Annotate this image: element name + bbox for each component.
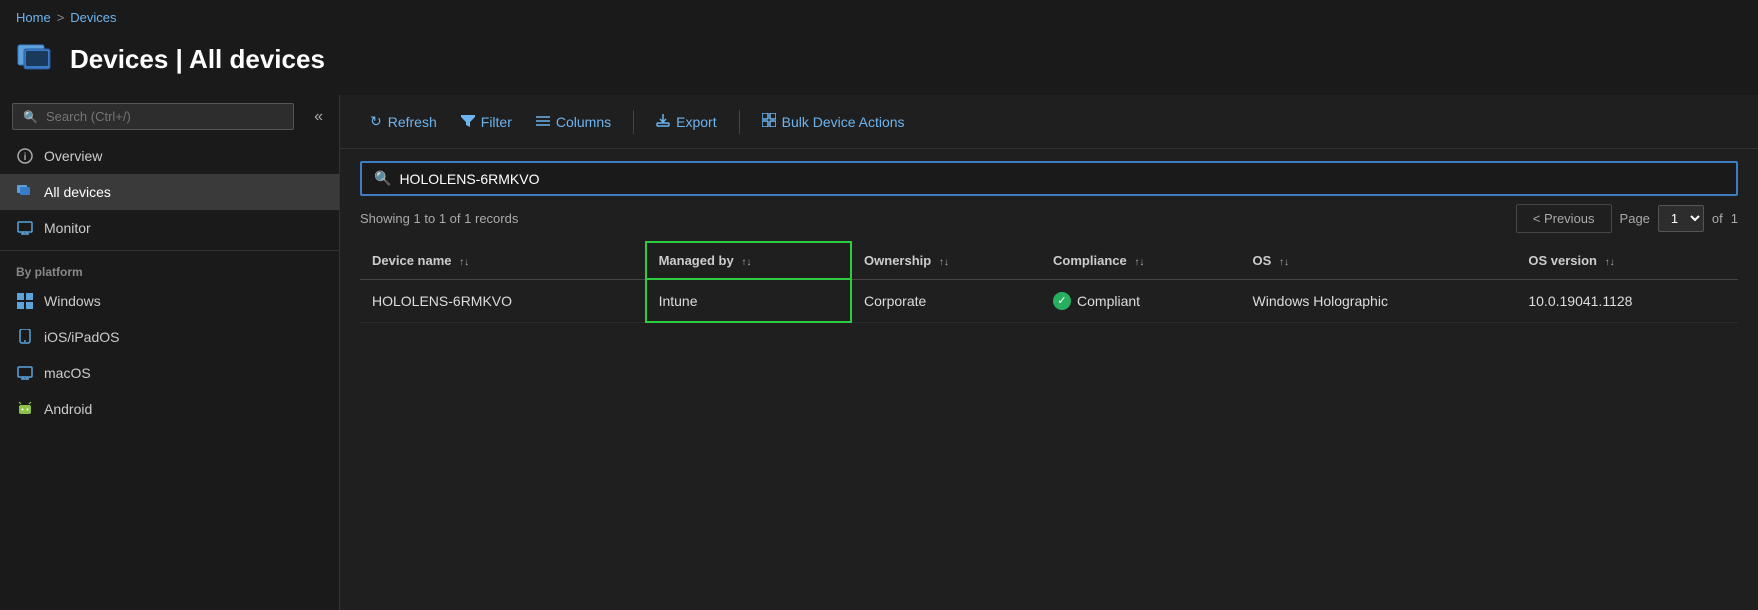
breadcrumb-home[interactable]: Home: [16, 10, 51, 25]
all-devices-icon: [16, 183, 34, 201]
sidebar-search-row: 🔍 «: [0, 95, 339, 138]
bulk-actions-icon: [762, 113, 776, 130]
sidebar-item-overview-label: Overview: [44, 148, 102, 164]
col-managed-by[interactable]: Managed by ↑↓: [646, 242, 851, 279]
total-pages: 1: [1731, 211, 1738, 226]
sidebar-item-android-label: Android: [44, 401, 92, 417]
table-header-row: Device name ↑↓ Managed by ↑↓ Ownership ↑…: [360, 242, 1738, 279]
sort-icon-os: ↑↓: [1279, 257, 1289, 268]
bulk-actions-button[interactable]: Bulk Device Actions: [752, 107, 915, 136]
refresh-button[interactable]: ↻ Refresh: [360, 107, 447, 136]
sort-icon-device-name: ↑↓: [459, 257, 469, 268]
col-os-version[interactable]: OS version ↑↓: [1516, 242, 1738, 279]
sort-icon-compliance: ↑↓: [1134, 257, 1144, 268]
sort-icon-ownership: ↑↓: [939, 257, 949, 268]
records-count: Showing 1 to 1 of 1 records: [360, 211, 1516, 226]
filter-search-icon: 🔍: [374, 170, 391, 187]
columns-label: Columns: [556, 114, 611, 130]
col-compliance[interactable]: Compliance ↑↓: [1041, 242, 1241, 279]
records-from: 1: [414, 211, 421, 226]
of-label: of: [1712, 211, 1723, 226]
breadcrumb-separator: >: [57, 10, 65, 25]
filter-search-box[interactable]: 🔍: [360, 161, 1738, 196]
filter-button[interactable]: Filter: [451, 108, 522, 136]
sidebar-item-windows-label: Windows: [44, 293, 101, 309]
col-ownership[interactable]: Ownership ↑↓: [851, 242, 1041, 279]
sidebar-item-all-devices-label: All devices: [44, 184, 111, 200]
refresh-icon: ↻: [370, 113, 382, 130]
sidebar-item-ios[interactable]: iOS/iPadOS: [0, 319, 339, 355]
info-circle-icon: i: [16, 147, 34, 165]
sort-icon-managed-by: ↑↓: [741, 257, 751, 268]
page-select[interactable]: 1: [1658, 205, 1704, 232]
sidebar-item-monitor[interactable]: Monitor: [0, 210, 339, 246]
filter-icon: [461, 114, 475, 130]
sidebar-search-input[interactable]: [46, 109, 283, 124]
android-icon: [16, 400, 34, 418]
col-os[interactable]: OS ↑↓: [1241, 242, 1517, 279]
cell-ownership: Corporate: [851, 279, 1041, 322]
columns-button[interactable]: Columns: [526, 108, 621, 136]
records-row: Showing 1 to 1 of 1 records < Previous P…: [340, 204, 1758, 241]
records-total: 1: [464, 211, 471, 226]
toolbar-separator-1: [633, 110, 634, 134]
breadcrumb: Home > Devices: [0, 0, 1758, 31]
sidebar-item-overview[interactable]: i Overview: [0, 138, 339, 174]
sidebar-collapse-button[interactable]: «: [306, 104, 331, 130]
page-label: Page: [1620, 211, 1650, 226]
windows-icon: [16, 292, 34, 310]
sidebar-item-all-devices[interactable]: All devices: [0, 174, 339, 210]
toolbar-separator-2: [739, 110, 740, 134]
breadcrumb-current: Devices: [70, 10, 116, 25]
cell-managed-by[interactable]: Intune: [646, 279, 851, 322]
showing-text: Showing: [360, 211, 410, 226]
cell-compliance: ✓ Compliant: [1041, 279, 1241, 322]
sidebar: 🔍 « i Overview All devices: [0, 95, 340, 610]
content-area: ↻ Refresh Filter Columns: [340, 95, 1758, 610]
cell-os: Windows Holographic: [1241, 279, 1517, 322]
export-icon: [656, 113, 670, 130]
sidebar-search-box[interactable]: 🔍: [12, 103, 294, 130]
records-to: 1: [439, 211, 446, 226]
filter-search-input[interactable]: [399, 171, 1724, 187]
filter-bar: 🔍: [340, 149, 1758, 204]
cell-device-name[interactable]: HOLOLENS-6RMKVO: [360, 279, 646, 322]
compliance-badge: ✓ Compliant: [1053, 292, 1229, 310]
col-device-name[interactable]: Device name ↑↓: [360, 242, 646, 279]
pagination: < Previous Page 1 of 1: [1516, 204, 1738, 233]
page-header: Devices | All devices: [0, 31, 1758, 95]
columns-icon: [536, 114, 550, 130]
sort-icon-os-version: ↑↓: [1605, 257, 1615, 268]
toolbar: ↻ Refresh Filter Columns: [340, 95, 1758, 149]
monitor-icon: [16, 219, 34, 237]
macos-icon: [16, 364, 34, 382]
platform-section-label: By platform: [0, 255, 339, 283]
filter-label: Filter: [481, 114, 512, 130]
sidebar-item-ios-label: iOS/iPadOS: [44, 329, 119, 345]
page-title: Devices | All devices: [70, 44, 325, 75]
search-icon: 🔍: [23, 110, 38, 124]
main-layout: 🔍 « i Overview All devices: [0, 95, 1758, 610]
svg-text:i: i: [24, 152, 27, 163]
cell-os-version: 10.0.19041.1128: [1516, 279, 1738, 322]
export-button[interactable]: Export: [646, 107, 726, 136]
sidebar-item-macos-label: macOS: [44, 365, 91, 381]
ios-icon: [16, 328, 34, 346]
sidebar-item-windows[interactable]: Windows: [0, 283, 339, 319]
table-container: Device name ↑↓ Managed by ↑↓ Ownership ↑…: [340, 241, 1758, 610]
sidebar-item-monitor-label: Monitor: [44, 220, 91, 236]
bulk-actions-label: Bulk Device Actions: [782, 114, 905, 130]
previous-button[interactable]: < Previous: [1516, 204, 1612, 233]
platform-divider: [0, 250, 339, 251]
refresh-label: Refresh: [388, 114, 437, 130]
compliance-check-icon: ✓: [1053, 292, 1071, 310]
table-row: HOLOLENS-6RMKVO Intune Corporate ✓ Compl…: [360, 279, 1738, 322]
devices-table: Device name ↑↓ Managed by ↑↓ Ownership ↑…: [360, 241, 1738, 323]
export-label: Export: [676, 114, 716, 130]
sidebar-item-android[interactable]: Android: [0, 391, 339, 427]
records-label: records: [475, 211, 518, 226]
sidebar-item-macos[interactable]: macOS: [0, 355, 339, 391]
devices-icon: [16, 39, 56, 79]
